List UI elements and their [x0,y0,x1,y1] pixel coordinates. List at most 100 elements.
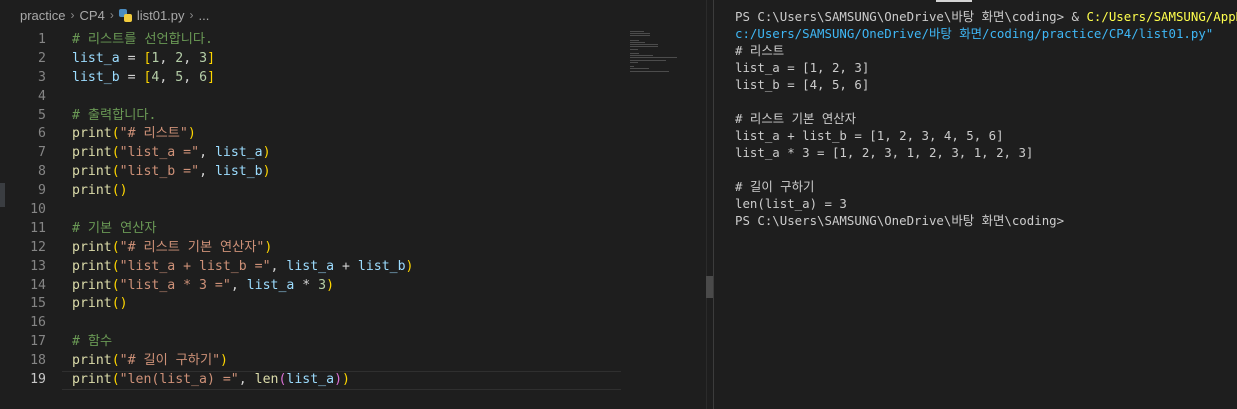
code-text: print("# 리스트 기본 연산자") [72,239,272,258]
breadcrumb: practice › CP4 › list01.py › ... [0,0,713,30]
code-line[interactable]: 4 [0,88,625,107]
code-text: print("list_a * 3 =", list_a * 3) [72,277,334,296]
code-line[interactable]: 11 # 기본 연산자 [0,220,625,239]
minimap-line [630,68,649,70]
terminal-text: list_a * 3 = [1, 2, 3, 1, 2, 3, 1, 2, 3] [735,145,1034,160]
code-line[interactable]: 12 print("# 리스트 기본 연산자") [0,239,625,258]
code-line[interactable]: 9 print() [0,182,625,201]
code-token: ( [111,145,120,161]
code-text: list_b = [4, 5, 6] [72,69,215,88]
code-line[interactable]: 16 [0,314,625,333]
terminal-active-tab-indicator [936,0,972,2]
editor-pane[interactable]: practice › CP4 › list01.py › ... 1 # 리스트를… [0,0,713,409]
breadcrumb-item-symbols[interactable]: ... [199,8,210,23]
minimap-line [630,39,639,41]
minimap-line [630,70,669,72]
code-line[interactable]: 1 # 리스트를 선언합니다. [0,31,625,50]
code-token: , [183,50,200,66]
code-token: "# 리스트 기본 연산자" [119,239,265,255]
code-token: "list_a * 3 =" [119,277,231,293]
code-line[interactable]: 8 print("list_b =", list_b) [0,163,625,182]
terminal-output[interactable]: PS C:\Users\SAMSUNG\OneDrive\바탕 화면\codin… [735,8,1237,229]
minimap[interactable] [626,31,704,91]
terminal-text: list_a = [1, 2, 3] [735,60,870,75]
code-token: = [119,69,144,85]
minimap-line [630,61,638,63]
code-token: 3 [318,277,327,293]
terminal-text: list_b = [4, 5, 6] [735,77,870,92]
code-line[interactable]: 19 print("len(list_a) =", len(list_a)) [0,371,625,390]
editor-scrollbar-thumb[interactable] [706,276,713,298]
code-token: ( [111,372,120,388]
code-line[interactable]: 15 print() [0,295,625,314]
terminal-text: list_a + list_b = [1, 2, 3, 4, 5, 6] [735,128,1004,143]
code-token: ( [111,258,120,274]
code-token: , [183,69,200,85]
code-token: ( [111,164,120,180]
code-token: list_a [72,50,120,66]
code-token: print [72,353,112,369]
code-token: ( [111,353,120,369]
code-text: # 함수 [72,333,112,352]
code-line[interactable]: 5 # 출력합니다. [0,107,625,126]
chevron-right-icon: › [109,8,114,22]
line-number: 6 [38,126,46,142]
line-number: 19 [30,372,46,388]
code-token: # 기본 연산자 [72,220,157,236]
code-line[interactable]: 18 print("# 길이 구하기") [0,352,625,371]
code-token: 6 [199,69,208,85]
code-token: () [111,296,128,312]
terminal-line: list_a = [1, 2, 3] [735,59,1237,76]
breadcrumb-item-practice[interactable]: practice [20,8,66,23]
line-number: 9 [38,183,46,199]
code-line[interactable]: 3 list_b = [4, 5, 6] [0,69,625,88]
code-token: ) [187,126,196,142]
chevron-right-icon: › [189,8,194,22]
code-line[interactable]: 14 print("list_a * 3 =", list_a * 3) [0,277,625,296]
code-token: ] [207,50,216,66]
breadcrumb-item-cp4[interactable]: CP4 [80,8,105,23]
code-text: print("# 길이 구하기") [72,352,228,371]
code-token: 3 [199,50,208,66]
code-text: list_a = [1, 2, 3] [72,50,215,69]
minimap-line [630,57,678,59]
code-text: print("list_a =", list_a) [72,144,271,163]
code-line[interactable]: 17 # 함수 [0,333,625,352]
line-number: 18 [30,353,46,369]
code-token: # 출력합니다. [72,107,157,123]
code-line[interactable]: 2 list_a = [1, 2, 3] [0,50,625,69]
minimap-line [630,46,658,48]
code-token: ) [405,258,414,274]
line-number: 15 [30,296,46,312]
terminal-line: len(list_a) = 3 [735,195,1237,212]
line-number: 3 [38,69,46,85]
code-token: print [72,277,112,293]
minimap-line [630,42,646,43]
code-token: ) [220,353,228,369]
python-file-icon [118,8,132,22]
terminal-line: PS C:\Users\SAMSUNG\OneDrive\바탕 화면\codin… [735,8,1237,25]
terminal-text: C:/Users/SAMSUNG/AppData [1086,9,1237,24]
code-token: list_a [286,258,335,274]
terminal-pane[interactable]: PS C:\Users\SAMSUNG\OneDrive\바탕 화면\codin… [714,0,1237,409]
code-line[interactable]: 6 print("# 리스트") [0,125,625,144]
breadcrumb-item-file[interactable]: list01.py [137,8,185,23]
code-token: "len(list_a) =" [119,372,239,388]
code-line[interactable]: 10 [0,201,625,220]
code-line[interactable]: 7 print("list_a =", list_a) [0,144,625,163]
code-line[interactable]: 13 print("list_a + list_b =", list_a + li… [0,258,625,277]
code-token: print [72,372,112,388]
code-text: # 리스트를 선언합니다. [72,31,213,50]
code-token: = [119,50,144,66]
terminal-line: list_a + list_b = [1, 2, 3, 4, 5, 6] [735,127,1237,144]
editor-scrollbar[interactable] [706,0,713,409]
terminal-line: # 리스트 [735,42,1237,59]
minimap-line [630,33,650,35]
minimap-line [630,35,650,37]
code-token: print [72,164,112,180]
code-token: list_b [357,258,406,274]
code-area[interactable]: 1 # 리스트를 선언합니다. 2 list_a = [1, 2, 3] 3 list_b… [0,31,625,390]
code-token: list_b [72,69,120,85]
